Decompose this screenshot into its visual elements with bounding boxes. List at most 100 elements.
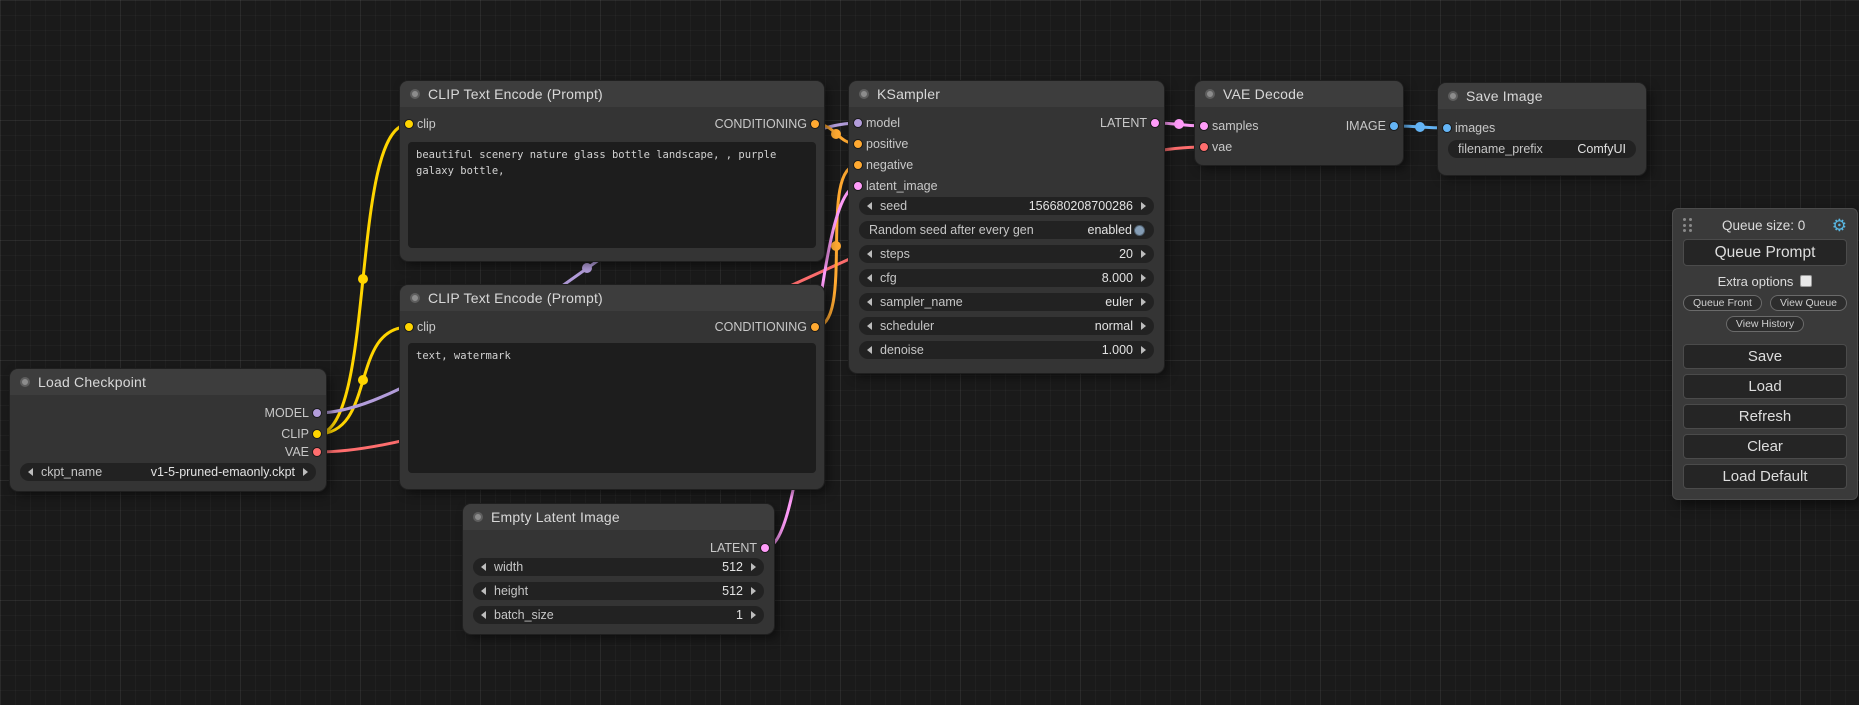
widget-value: 1 (736, 608, 743, 622)
positive-input-port[interactable] (853, 139, 863, 149)
model-input-port[interactable] (853, 118, 863, 128)
vae-input-port[interactable] (1199, 142, 1209, 152)
queue-prompt-button[interactable]: Queue Prompt (1683, 239, 1847, 265)
graph-canvas[interactable]: { "colors": { "model": "#B39DDB", "clip"… (0, 0, 1859, 705)
widget-value: 512 (722, 560, 743, 574)
increment-arrow-icon[interactable] (1141, 322, 1146, 330)
increment-arrow-icon[interactable] (1141, 346, 1146, 354)
decrement-arrow-icon[interactable] (481, 611, 486, 619)
height-widget[interactable]: height 512 (473, 582, 764, 600)
random-seed-toggle-widget[interactable]: Random seed after every gen enabled (859, 221, 1154, 239)
decrement-arrow-icon[interactable] (28, 468, 33, 476)
decrement-arrow-icon[interactable] (867, 202, 872, 210)
decrement-arrow-icon[interactable] (867, 322, 872, 330)
clip-input-port[interactable] (404, 322, 414, 332)
samples-input-port[interactable] (1199, 121, 1209, 131)
drag-handle-icon[interactable] (1683, 218, 1692, 232)
widget-value: v1-5-pruned-emaonly.ckpt (151, 465, 295, 479)
width-widget[interactable]: width 512 (473, 558, 764, 576)
collapse-dot-icon[interactable] (410, 89, 420, 99)
link-dot-negative (831, 241, 841, 251)
clear-button[interactable]: Clear (1683, 434, 1847, 459)
load-default-button[interactable]: Load Default (1683, 464, 1847, 489)
cfg-widget[interactable]: cfg 8.000 (859, 269, 1154, 287)
view-queue-button[interactable]: View Queue (1770, 295, 1847, 311)
clip-input-port[interactable] (404, 119, 414, 129)
decrement-arrow-icon[interactable] (867, 274, 872, 282)
increment-arrow-icon[interactable] (751, 611, 756, 619)
widget-value: 156680208700286 (1029, 199, 1133, 213)
images-input-port[interactable] (1442, 123, 1452, 133)
increment-arrow-icon[interactable] (1141, 274, 1146, 282)
clip-output-port[interactable] (312, 429, 322, 439)
model-output-port[interactable] (312, 408, 322, 418)
conditioning-output-port[interactable] (810, 119, 820, 129)
negative-input-port[interactable] (853, 160, 863, 170)
load-button[interactable]: Load (1683, 374, 1847, 399)
scheduler-widget[interactable]: scheduler normal (859, 317, 1154, 335)
filename-prefix-widget[interactable]: filename_prefix ComfyUI (1448, 140, 1636, 158)
vae-output-port[interactable] (312, 447, 322, 457)
ckpt-name-widget[interactable]: ckpt_name v1-5-pruned-emaonly.ckpt (20, 463, 316, 481)
latent-output-port[interactable] (760, 543, 770, 553)
queue-size-label: Queue size: 0 (1696, 218, 1832, 233)
node-save-image[interactable]: Save Image images filename_prefix ComfyU… (1438, 83, 1646, 175)
sampler-name-widget[interactable]: sampler_name euler (859, 293, 1154, 311)
widget-value: 8.000 (1102, 271, 1133, 285)
collapse-dot-icon[interactable] (1448, 91, 1458, 101)
collapse-dot-icon[interactable] (20, 377, 30, 387)
node-title-bar[interactable]: CLIP Text Encode (Prompt) (400, 285, 824, 311)
prompt-textarea[interactable]: text, watermark (408, 343, 816, 473)
node-ksampler[interactable]: KSampler model LATENT positive negative … (849, 81, 1164, 373)
queue-front-button[interactable]: Queue Front (1683, 295, 1762, 311)
save-button[interactable]: Save (1683, 344, 1847, 369)
latent-output-port[interactable] (1150, 118, 1160, 128)
node-title-bar[interactable]: CLIP Text Encode (Prompt) (400, 81, 824, 107)
batch-size-widget[interactable]: batch_size 1 (473, 606, 764, 624)
collapse-dot-icon[interactable] (1205, 89, 1215, 99)
increment-arrow-icon[interactable] (303, 468, 308, 476)
node-title: CLIP Text Encode (Prompt) (428, 290, 603, 306)
steps-widget[interactable]: steps 20 (859, 245, 1154, 263)
decrement-arrow-icon[interactable] (481, 587, 486, 595)
increment-arrow-icon[interactable] (751, 563, 756, 571)
view-history-button[interactable]: View History (1726, 316, 1804, 332)
collapse-dot-icon[interactable] (859, 89, 869, 99)
node-title-bar[interactable]: KSampler (849, 81, 1164, 107)
increment-arrow-icon[interactable] (1141, 250, 1146, 258)
slot-row: VAE (10, 443, 326, 461)
refresh-button[interactable]: Refresh (1683, 404, 1847, 429)
node-vae-decode[interactable]: VAE Decode samples IMAGE vae (1195, 81, 1403, 165)
increment-arrow-icon[interactable] (751, 587, 756, 595)
slot-row: MODEL (10, 404, 326, 422)
seed-widget[interactable]: seed 156680208700286 (859, 197, 1154, 215)
widget-label: seed (880, 199, 907, 213)
widget-label: denoise (880, 343, 924, 357)
toggle-dot-icon[interactable] (1134, 225, 1145, 236)
node-load-checkpoint[interactable]: Load Checkpoint MODEL CLIP VAE ckpt_name… (10, 369, 326, 491)
node-title-bar[interactable]: Load Checkpoint (10, 369, 326, 395)
conditioning-output-port[interactable] (810, 322, 820, 332)
node-title-bar[interactable]: Empty Latent Image (463, 504, 774, 530)
node-title-bar[interactable]: VAE Decode (1195, 81, 1403, 107)
decrement-arrow-icon[interactable] (867, 346, 872, 354)
slot-row: samples IMAGE (1195, 117, 1403, 135)
collapse-dot-icon[interactable] (473, 512, 483, 522)
output-label: VAE (285, 445, 309, 459)
node-title-bar[interactable]: Save Image (1438, 83, 1646, 109)
settings-gear-icon[interactable]: ⚙ (1832, 217, 1847, 234)
decrement-arrow-icon[interactable] (481, 563, 486, 571)
decrement-arrow-icon[interactable] (867, 250, 872, 258)
image-output-port[interactable] (1389, 121, 1399, 131)
denoise-widget[interactable]: denoise 1.000 (859, 341, 1154, 359)
collapse-dot-icon[interactable] (410, 293, 420, 303)
node-empty-latent-image[interactable]: Empty Latent Image LATENT width 512 heig… (463, 504, 774, 634)
extra-options-checkbox[interactable] (1800, 275, 1812, 287)
prompt-textarea[interactable]: beautiful scenery nature glass bottle la… (408, 142, 816, 248)
node-clip-text-encode-negative[interactable]: CLIP Text Encode (Prompt) clip CONDITION… (400, 285, 824, 489)
latent-image-input-port[interactable] (853, 181, 863, 191)
increment-arrow-icon[interactable] (1141, 202, 1146, 210)
node-clip-text-encode-positive[interactable]: CLIP Text Encode (Prompt) clip CONDITION… (400, 81, 824, 261)
increment-arrow-icon[interactable] (1141, 298, 1146, 306)
decrement-arrow-icon[interactable] (867, 298, 872, 306)
